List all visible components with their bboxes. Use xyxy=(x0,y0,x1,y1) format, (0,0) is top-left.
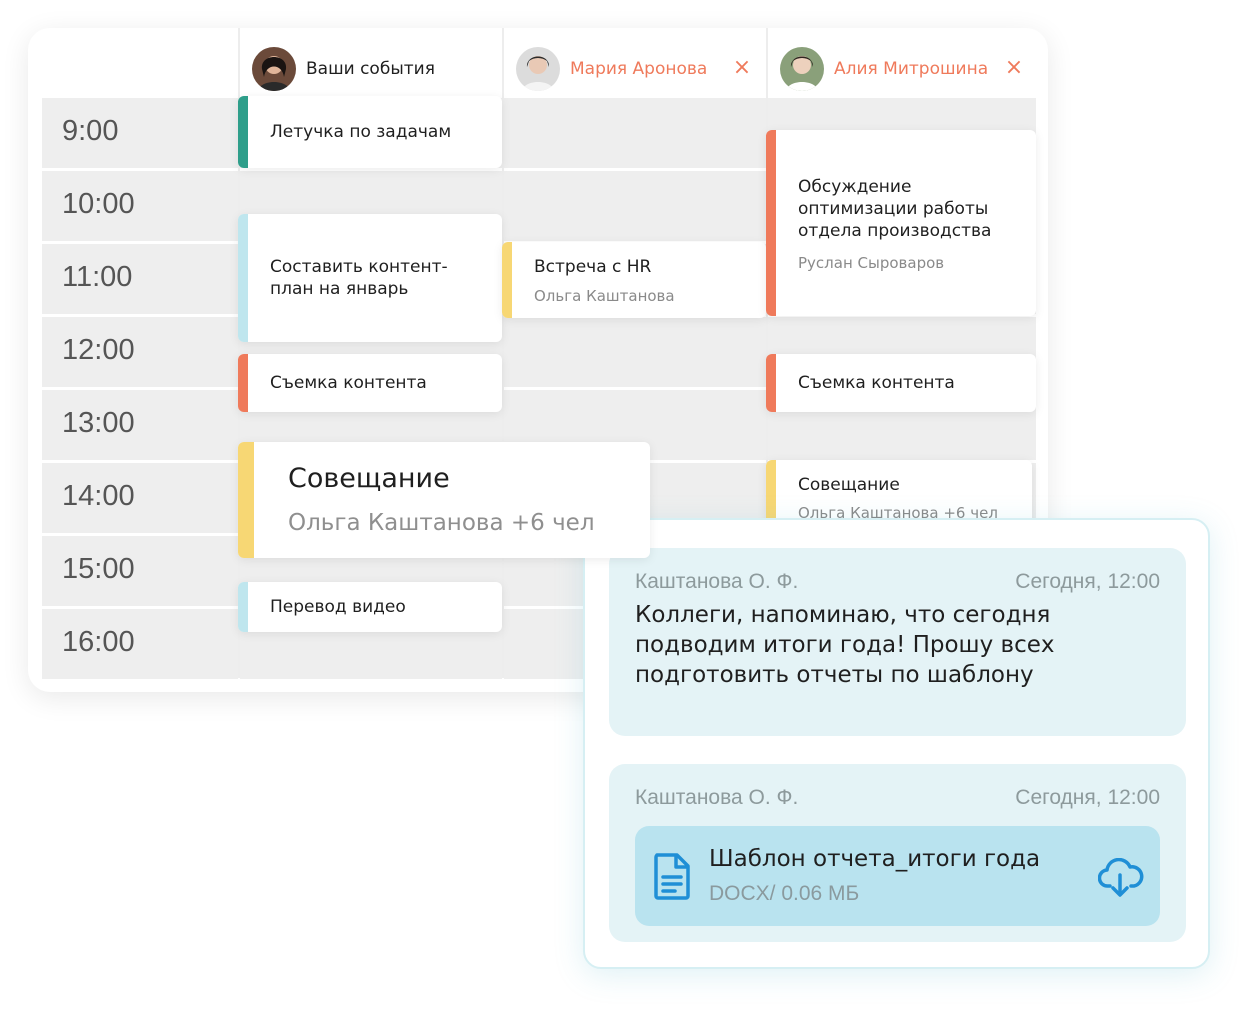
event-card-expanded[interactable]: Совещание Ольга Каштанова +6 чел xyxy=(238,442,650,558)
event-title: Летучка по задачам xyxy=(270,122,452,142)
event-title: Обсуждение оптимизации работы отдела про… xyxy=(798,177,992,241)
message-time: Сегодня, 12:00 xyxy=(1015,570,1160,593)
event-card[interactable]: Составить контент-план на январь xyxy=(238,214,502,342)
file-name: Шаблон отчета_итоги года xyxy=(709,846,1041,872)
event-color-bar xyxy=(238,96,248,168)
event-card[interactable]: Перевод видео xyxy=(238,582,502,632)
event-color-bar xyxy=(766,354,776,412)
event-title: Составить контент-план на январь xyxy=(270,257,448,299)
close-icon[interactable]: × xyxy=(1000,54,1028,82)
file-meta: DOCX/ 0.06 МБ xyxy=(709,882,860,905)
column-header-name: Алия Митрошина xyxy=(834,59,989,79)
event-card[interactable]: Обсуждение оптимизации работы отдела про… xyxy=(766,130,1036,316)
message-author: Каштанова О. Ф. xyxy=(635,570,799,593)
close-icon[interactable]: × xyxy=(728,54,756,82)
time-slot: 10:00 xyxy=(42,171,238,241)
event-title: Совещание xyxy=(798,475,900,495)
event-participants: Ольга Каштанова +6 чел xyxy=(288,510,595,536)
event-card[interactable]: Встреча с HR Ольга Каштанова xyxy=(502,242,766,318)
event-color-bar xyxy=(238,442,254,558)
event-card[interactable]: Съемка контента xyxy=(766,354,1036,412)
event-card[interactable]: Съемка контента xyxy=(238,354,502,412)
file-attachment[interactable]: Шаблон отчета_итоги года DOCX/ 0.06 МБ xyxy=(635,826,1160,926)
message-time: Сегодня, 12:00 xyxy=(1015,786,1160,809)
cloud-download-icon[interactable] xyxy=(1098,858,1144,898)
avatar xyxy=(516,47,560,91)
event-color-bar xyxy=(238,354,248,412)
column-header-aliya[interactable]: Алия Митрошина × xyxy=(780,42,1028,96)
time-slot: 15:00 xyxy=(42,536,238,606)
event-card[interactable]: Летучка по задачам xyxy=(238,96,502,168)
message-text: Коллеги, напоминаю, что сегодня подводим… xyxy=(635,602,1055,688)
event-color-bar xyxy=(502,242,512,318)
column-header-name: Ваши события xyxy=(306,59,435,79)
event-color-bar xyxy=(238,582,248,632)
event-title: Совещание xyxy=(288,463,450,494)
stage: Ваши события Мария Аронова × Алия Митрош… xyxy=(0,0,1244,1009)
chat-panel: Каштанова О. Ф. Сегодня, 12:00 Коллеги, … xyxy=(583,518,1210,969)
event-color-bar xyxy=(238,214,248,342)
time-slot: 13:00 xyxy=(42,390,238,460)
time-slot: 11:00 xyxy=(42,244,238,314)
column-header-you[interactable]: Ваши события xyxy=(252,42,502,96)
avatar xyxy=(252,47,296,91)
event-title: Съемка контента xyxy=(798,373,955,393)
time-slot: 9:00 xyxy=(42,98,238,168)
message-author: Каштанова О. Ф. xyxy=(635,786,799,809)
time-slot: 14:00 xyxy=(42,463,238,533)
chat-message: Каштанова О. Ф. Сегодня, 12:00 Шаблон от… xyxy=(609,764,1186,942)
time-slot: 12:00 xyxy=(42,317,238,387)
event-title: Встреча с HR xyxy=(534,257,652,277)
event-organizer: Ольга Каштанова xyxy=(534,287,675,305)
event-title: Перевод видео xyxy=(270,597,406,617)
event-title: Съемка контента xyxy=(270,373,427,393)
document-icon xyxy=(654,853,690,900)
event-organizer: Руслан Сыроваров xyxy=(798,254,945,272)
time-slot: 16:00 xyxy=(42,609,238,679)
chat-message[interactable]: Каштанова О. Ф. Сегодня, 12:00 Коллеги, … xyxy=(609,548,1186,736)
column-header-name: Мария Аронова xyxy=(570,59,708,79)
event-color-bar xyxy=(766,130,776,316)
column-header-maria[interactable]: Мария Аронова × xyxy=(516,42,756,96)
avatar xyxy=(780,47,824,91)
